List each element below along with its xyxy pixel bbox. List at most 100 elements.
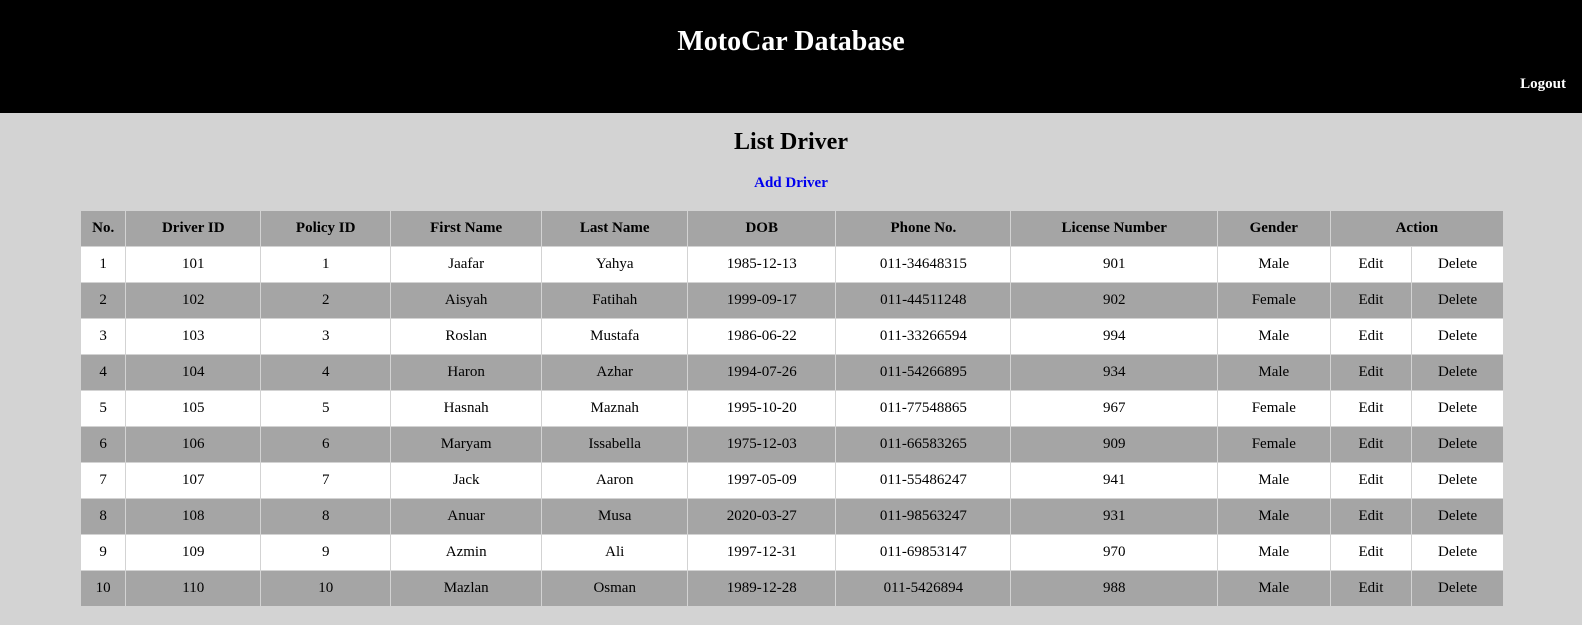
table-row: 4 104 4 Haron Azhar 1994-07-26 011-54266895 934… [79,354,1504,391]
edit-button[interactable]: Edit [1329,498,1413,535]
cell-last-name: Maznah [541,390,689,427]
cell-policy-id: 8 [260,498,392,535]
table-row: 5 105 5 Hasnah Maznah 1995-10-20 011-77548865 9… [79,390,1504,427]
table-row: 6 106 6 Maryam Issabella 1975-12-03 011-665832… [79,426,1504,463]
delete-button[interactable]: Delete [1411,534,1504,571]
edit-button[interactable]: Edit [1329,354,1413,391]
cell-policy-id: 10 [260,570,392,607]
cell-no: 5 [79,390,127,427]
cell-driver-id: 102 [125,282,262,319]
site-title: MotoCar Database [677,26,905,57]
table-header-row: No. Driver ID Policy ID First Name Last … [79,210,1505,247]
col-header-policy-id: Policy ID [260,210,392,247]
header-bar: MotoCar Database Logout [0,0,1582,113]
cell-license: 988 [1010,570,1218,607]
edit-button[interactable]: Edit [1329,426,1413,463]
cell-no: 6 [79,426,127,463]
cell-policy-id: 2 [260,282,392,319]
delete-button[interactable]: Delete [1411,354,1504,391]
cell-driver-id: 108 [125,498,262,535]
cell-first-name: Anuar [390,498,543,535]
add-driver-link[interactable]: Add Driver [754,175,828,191]
cell-first-name: Jaafar [390,246,543,283]
table-row: 1 101 1 Jaafar Yahya 1985-12-13 011-34648315 90… [79,246,1504,283]
logout-link[interactable]: Logout [1520,76,1566,93]
table-row: 9 109 9 Azmin Ali 1997-12-31 011-69853147 970 Ma… [79,534,1504,571]
cell-gender: Male [1216,534,1331,571]
cell-dob: 1975-12-03 [687,426,837,463]
cell-last-name: Mustafa [541,318,689,355]
col-header-gender: Gender [1216,210,1331,247]
cell-driver-id: 101 [125,246,262,283]
edit-button[interactable]: Edit [1329,246,1413,283]
edit-button[interactable]: Edit [1329,318,1413,355]
cell-driver-id: 107 [125,462,262,499]
cell-first-name: Roslan [390,318,543,355]
cell-no: 8 [79,498,127,535]
cell-policy-id: 1 [260,246,392,283]
cell-first-name: Hasnah [390,390,543,427]
cell-phone: 011-55486247 [835,462,1012,499]
delete-button[interactable]: Delete [1411,498,1504,535]
cell-gender: Female [1216,390,1331,427]
cell-phone: 011-54266895 [835,354,1012,391]
cell-last-name: Issabella [541,426,689,463]
cell-dob: 1995-10-20 [687,390,837,427]
col-header-no: No. [79,210,127,247]
cell-no: 10 [79,570,127,607]
col-header-dob: DOB [687,210,837,247]
driver-table-body: 1 101 1 Jaafar Yahya 1985-12-13 011-34648315 90… [79,246,1504,607]
delete-button[interactable]: Delete [1411,246,1504,283]
cell-policy-id: 9 [260,534,392,571]
cell-last-name: Ali [541,534,689,571]
cell-gender: Male [1216,462,1331,499]
delete-button[interactable]: Delete [1411,390,1504,427]
cell-no: 1 [79,246,127,283]
cell-license: 902 [1010,282,1218,319]
cell-phone: 011-34648315 [835,246,1012,283]
page-title: List Driver [734,129,848,155]
cell-phone: 011-33266594 [835,318,1012,355]
cell-phone: 011-77548865 [835,390,1012,427]
edit-button[interactable]: Edit [1329,534,1413,571]
cell-license: 901 [1010,246,1218,283]
cell-dob: 2020-03-27 [687,498,837,535]
cell-no: 4 [79,354,127,391]
cell-phone: 011-66583265 [835,426,1012,463]
cell-phone: 011-69853147 [835,534,1012,571]
cell-first-name: Haron [390,354,543,391]
delete-button[interactable]: Delete [1411,426,1504,463]
cell-license: 909 [1010,426,1218,463]
cell-no: 7 [79,462,127,499]
table-row: 7 107 7 Jack Aaron 1997-05-09 011-55486247 941 M… [79,462,1504,499]
cell-license: 931 [1010,498,1218,535]
delete-button[interactable]: Delete [1411,318,1504,355]
edit-button[interactable]: Edit [1329,390,1413,427]
cell-first-name: Mazlan [390,570,543,607]
cell-policy-id: 5 [260,390,392,427]
cell-first-name: Jack [390,462,543,499]
cell-no: 2 [79,282,127,319]
cell-first-name: Maryam [390,426,543,463]
edit-button[interactable]: Edit [1329,282,1413,319]
col-header-phone: Phone No. [835,210,1012,247]
cell-last-name: Azhar [541,354,689,391]
cell-dob: 1989-12-28 [687,570,837,607]
edit-button[interactable]: Edit [1329,570,1413,607]
cell-first-name: Aisyah [390,282,543,319]
cell-dob: 1997-12-31 [687,534,837,571]
delete-button[interactable]: Delete [1411,462,1504,499]
cell-gender: Male [1216,570,1331,607]
cell-gender: Female [1216,426,1331,463]
table-row: 10 110 10 Mazlan Osman 1989-12-28 011-5426894 9… [79,570,1504,607]
col-header-license: License Number [1010,210,1218,247]
table-row: 8 108 8 Anuar Musa 2020-03-27 011-98563247 931 M… [79,498,1504,535]
cell-driver-id: 109 [125,534,262,571]
edit-button[interactable]: Edit [1329,462,1413,499]
delete-button[interactable]: Delete [1411,570,1504,607]
cell-policy-id: 6 [260,426,392,463]
col-header-action: Action [1329,210,1505,247]
delete-button[interactable]: Delete [1411,282,1504,319]
cell-driver-id: 104 [125,354,262,391]
cell-no: 9 [79,534,127,571]
